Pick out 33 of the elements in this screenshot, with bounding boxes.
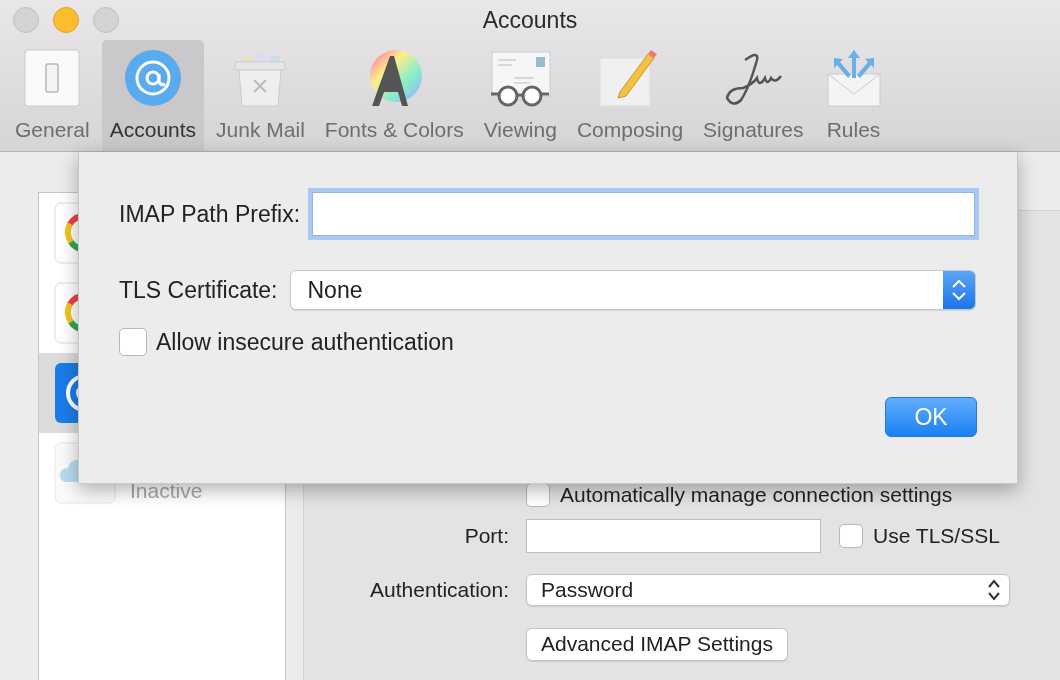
toolbar-tab[interactable]: Rules: [815, 40, 892, 151]
authentication-dropdown[interactable]: Password: [526, 574, 1010, 606]
port-field[interactable]: [526, 519, 821, 553]
toolbar-tab[interactable]: Signatures: [695, 40, 812, 151]
checkbox-label: Allow insecure authentication: [156, 328, 454, 356]
minimize-button[interactable]: [53, 7, 79, 33]
checkbox[interactable]: [839, 524, 863, 548]
up-down-chevron-icon: [987, 579, 1001, 601]
at-sign-icon: [122, 48, 183, 108]
field-label: TLS Certificate:: [119, 276, 278, 304]
light-switch-icon: [24, 48, 81, 108]
checkbox[interactable]: [119, 328, 147, 356]
up-down-chevron-icon: [951, 278, 967, 302]
account-status: Inactive: [130, 479, 203, 504]
checkbox[interactable]: [526, 483, 550, 507]
checkbox-label: Use TLS/SSL: [873, 524, 1000, 548]
toolbar-tab[interactable]: Viewing: [475, 40, 565, 151]
certificate-dropdown[interactable]: None: [289, 270, 976, 310]
window-title: Accounts: [482, 6, 578, 34]
toolbar-tab[interactable]: General: [7, 40, 98, 151]
field-label: IMAP Path Prefix:: [119, 200, 301, 228]
toolbar-tab[interactable]: Accounts: [101, 40, 205, 151]
ok-button[interactable]: OK: [885, 397, 977, 437]
zoom-button[interactable]: [93, 7, 119, 33]
field-label: Port:: [463, 524, 509, 548]
close-button[interactable]: [13, 7, 39, 33]
toolbar-tab[interactable]: Junk Mail: [208, 40, 313, 151]
envelope-glasses-icon: [488, 48, 553, 108]
advanced-imap-settings-button[interactable]: Advanced IMAP Settings: [526, 627, 788, 661]
checkbox-label: Automatically manage connection settings: [560, 483, 953, 507]
toolbar-tab[interactable]: Fonts & Colors: [316, 40, 472, 151]
field-label: Authentication:: [369, 578, 509, 602]
toolbar-tab[interactable]: Composing: [568, 40, 692, 151]
